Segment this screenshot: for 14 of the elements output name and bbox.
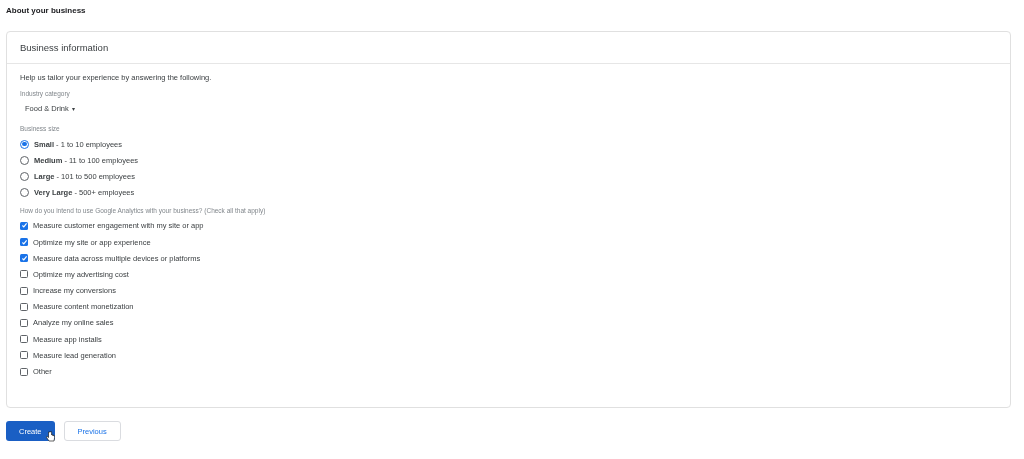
checkbox[interactable] xyxy=(20,302,28,311)
checkbox[interactable] xyxy=(20,367,28,376)
checkbox[interactable] xyxy=(20,254,28,263)
radio-button[interactable] xyxy=(20,139,29,149)
card-title: Business information xyxy=(20,42,109,53)
page-title: About your business xyxy=(6,5,87,17)
checkbox[interactable] xyxy=(20,318,28,327)
checkbox[interactable] xyxy=(20,221,28,230)
checkbox[interactable] xyxy=(20,351,28,360)
checkbox[interactable] xyxy=(20,270,28,279)
checkbox[interactable] xyxy=(20,286,28,295)
checkbox[interactable] xyxy=(20,238,28,247)
hand-cursor-icon xyxy=(46,431,55,442)
checkbox[interactable] xyxy=(20,335,28,344)
